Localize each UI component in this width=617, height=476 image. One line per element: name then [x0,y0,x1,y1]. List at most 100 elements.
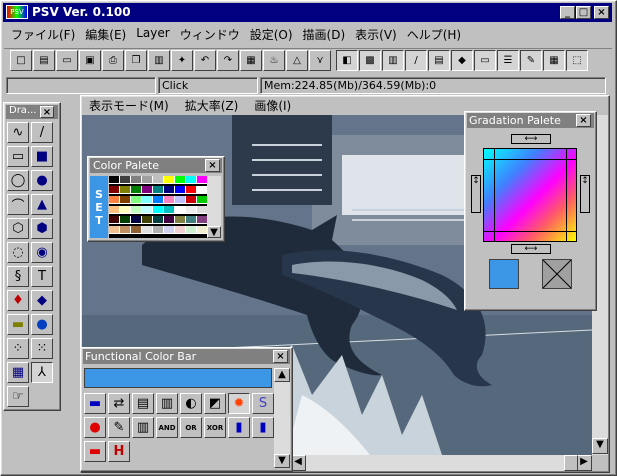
hue-button[interactable]: ▥ [156,393,178,414]
palette-button[interactable]: ▩ [359,50,381,71]
rect-tool[interactable]: ▭ [7,146,29,167]
hand-tool[interactable]: ☞ [7,386,29,407]
swap-button[interactable]: ⇄ [108,393,130,414]
color-swatch[interactable] [153,186,164,194]
pill-button[interactable]: ▬ [84,441,106,462]
color-palette-close-button[interactable]: × [205,159,220,172]
color-swatch[interactable] [109,216,120,224]
color-swatch[interactable] [164,226,175,234]
color-swatch[interactable] [175,196,186,204]
color-swatch[interactable] [131,206,142,214]
gradation-bottom-arrow[interactable]: ⟷ [511,244,551,254]
color-swatch[interactable] [186,216,197,224]
menu-file[interactable]: ファイル(F) [6,26,80,43]
color-swatch[interactable] [175,186,186,194]
color-swatch[interactable] [153,196,164,204]
color-swatch[interactable] [186,176,197,184]
hexagon-fill-tool[interactable]: ⬢ [31,218,53,239]
gradation-start-color[interactable] [489,259,519,289]
minimize-button[interactable]: _ [560,6,575,19]
menu-settings[interactable]: 設定(O) [245,26,298,43]
new-layer-button[interactable]: ▦ [240,50,262,71]
and-button[interactable]: AND [156,417,178,438]
color-swatch[interactable] [142,196,153,204]
eraser-button[interactable]: ● [84,417,106,438]
color-swatch[interactable] [164,196,175,204]
color-swatch[interactable] [186,206,197,214]
color-swatch[interactable] [142,226,153,234]
arch-tool[interactable]: ⌒ [7,194,29,215]
palette-scroll-down[interactable]: ▼ [207,226,221,238]
color-swatch[interactable] [120,196,131,204]
color-swatch[interactable] [153,226,164,234]
scroll-right-button[interactable]: ▶ [576,455,592,471]
horizontal-scrollbar[interactable] [290,455,592,471]
new-button[interactable]: □ [10,50,32,71]
paste-button[interactable]: ▥ [148,50,170,71]
grid-dots-tool[interactable]: ▦ [7,362,29,383]
undo-button[interactable]: ↶ [194,50,216,71]
gradation-close-button[interactable]: × [576,114,591,127]
h-button[interactable]: H [108,441,130,462]
tripod-tool[interactable]: ⅄ [31,362,53,383]
or-button[interactable]: OR [180,417,202,438]
color-swatch[interactable] [175,226,186,234]
brown-rect-tool[interactable]: ▬ [7,314,29,335]
curve-tool[interactable]: ∿ [7,122,29,143]
color-swatch[interactable] [186,226,197,234]
blob-tool[interactable]: ◌ [7,242,29,263]
doc-menu-display-mode[interactable]: 表示モード(M) [84,97,174,114]
color-swatch[interactable] [131,226,142,234]
menu-view[interactable]: 表示(V) [350,26,402,43]
open-button[interactable]: ▤ [33,50,55,71]
functional-scroll-down[interactable]: ▼ [274,454,290,468]
tools-close-button[interactable]: × [40,106,54,118]
current-color-bar[interactable] [84,368,272,388]
menu-draw[interactable]: 描画(D) [298,26,351,43]
pen-button[interactable]: ✎ [520,50,542,71]
layers-button[interactable]: ▤ [428,50,450,71]
color-swatch[interactable] [175,216,186,224]
stamp-button[interactable]: ✦ [171,50,193,71]
list-button[interactable]: ☰ [497,50,519,71]
gradation-left-arrow[interactable]: ↕ [471,175,481,213]
xor-button[interactable]: XOR [204,417,226,438]
color-swatch[interactable] [131,196,142,204]
dots-tool[interactable]: ⁘ [7,338,29,359]
gradient-button[interactable]: ▥ [382,50,404,71]
menu-help[interactable]: ヘルプ(H) [402,26,466,43]
scroll-thumb[interactable] [564,455,578,471]
color-swatch[interactable] [109,196,120,204]
doc-menu-zoom[interactable]: 拡大率(Z) [180,97,244,114]
menu-edit[interactable]: 編集(E) [80,26,131,43]
scroll-down-button[interactable]: ▼ [592,438,608,454]
set-button[interactable]: SET [90,176,108,238]
s-button[interactable]: S [252,393,274,414]
color-swatch[interactable] [120,206,131,214]
gradation-top-arrow[interactable]: ⟷ [511,134,551,144]
dots2-tool[interactable]: ⁙ [31,338,53,359]
color-swatch[interactable] [120,186,131,194]
pencil-button[interactable]: ✎ [108,417,130,438]
color-swatches[interactable] [109,176,208,238]
hexagon-tool[interactable]: ⬡ [7,218,29,239]
color-swatch[interactable] [131,186,142,194]
tube2-button[interactable]: ▮ [252,417,274,438]
hatch-button[interactable]: ▥ [132,417,154,438]
scan-button[interactable]: ▭ [56,50,78,71]
select-button[interactable]: ⬚ [566,50,588,71]
gradient-box-button[interactable]: ◩ [204,393,226,414]
print-button[interactable]: ⎙ [102,50,124,71]
screen-button[interactable]: ▭ [474,50,496,71]
color-swatch[interactable] [109,226,120,234]
gradation-field[interactable] [483,148,577,242]
color-swatch[interactable] [175,206,186,214]
star-burst-button[interactable]: ✹ [228,393,250,414]
color-swatch[interactable] [120,226,131,234]
color-swatch[interactable] [186,186,197,194]
wheel-button[interactable]: ◐ [180,393,202,414]
sphere-tool[interactable]: ● [31,314,53,335]
color-swatch[interactable] [131,216,142,224]
functional-scrollbar[interactable] [274,368,290,468]
save-button[interactable]: ▣ [79,50,101,71]
